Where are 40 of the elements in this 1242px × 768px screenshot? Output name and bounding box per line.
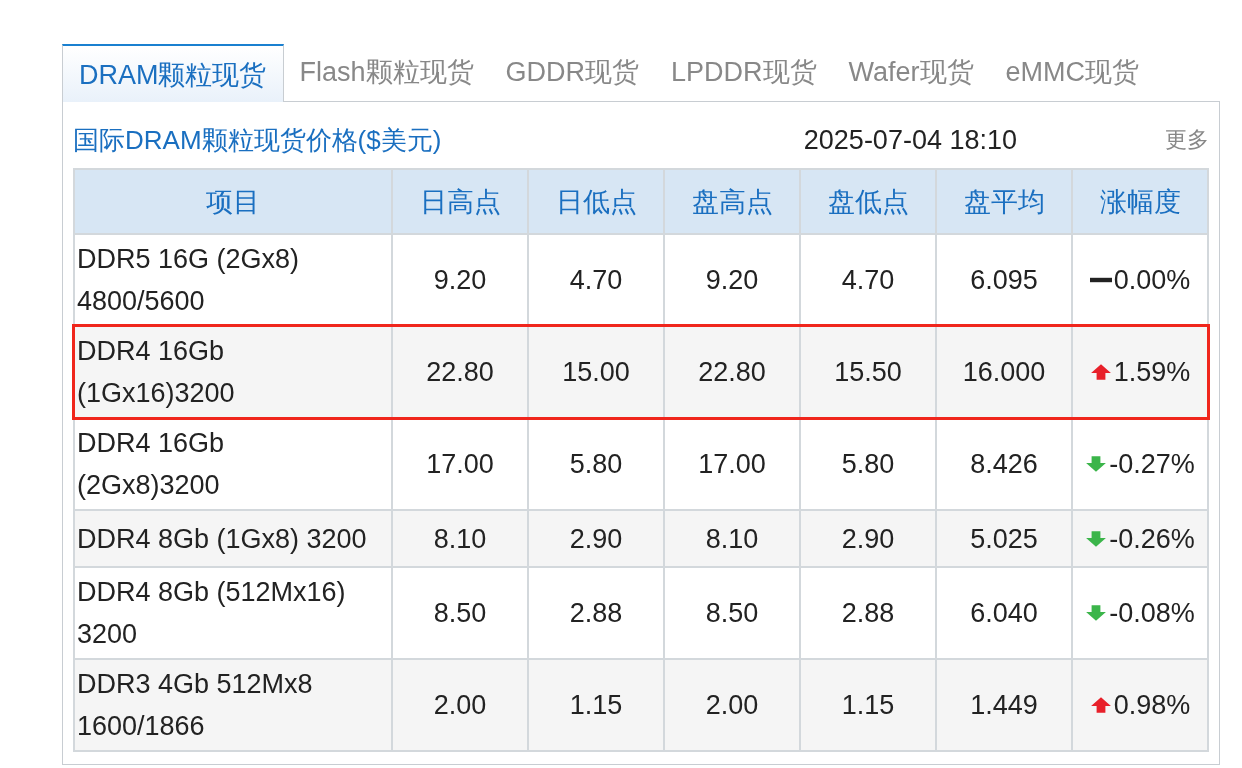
table-cell: DDR3 4Gb 512Mx8 1600/1866 xyxy=(74,659,392,751)
table-cell: 2.90 xyxy=(528,510,664,567)
tab[interactable]: GDDR现货 xyxy=(489,43,656,101)
table-cell: 1.449 xyxy=(936,659,1072,751)
column-header: 盘平均 xyxy=(936,169,1072,234)
column-header: 涨幅度 xyxy=(1072,169,1208,234)
table-cell: 2.00 xyxy=(392,659,528,751)
timestamp: 2025-07-04 18:10 xyxy=(803,124,1017,156)
table-cell: 15.50 xyxy=(800,326,936,418)
column-header: 盘低点 xyxy=(800,169,936,234)
change-value: -0.26% xyxy=(1109,522,1195,556)
column-header: 盘高点 xyxy=(664,169,800,234)
change-value: 1.59% xyxy=(1113,356,1191,389)
tab[interactable]: DRAM颗粒现货 xyxy=(62,44,284,102)
column-header: 项目 xyxy=(74,169,392,234)
table-cell: DDR4 16Gb (1Gx16)3200 xyxy=(74,326,392,418)
table-cell: 2.90 xyxy=(800,510,936,567)
table-cell: 8.10 xyxy=(392,510,528,567)
table-cell: 5.025 xyxy=(936,510,1072,567)
column-header: 日高点 xyxy=(392,169,528,234)
table-cell: 1.15 xyxy=(528,659,664,751)
panel-title: 国际DRAM颗粒现货价格($美元) xyxy=(73,123,442,157)
table-cell: 2.00 xyxy=(664,659,800,751)
table-cell: 15.00 xyxy=(528,326,664,418)
table-cell: 22.80 xyxy=(664,326,800,418)
tab[interactable]: eMMC现货 xyxy=(989,43,1156,101)
tab[interactable]: Flash颗粒现货 xyxy=(283,43,490,101)
tab[interactable]: LPDDR现货 xyxy=(655,43,833,101)
table-cell: 22.80 xyxy=(392,326,528,418)
more-link[interactable]: 更多 xyxy=(1165,125,1209,155)
table-cell: 8.10 xyxy=(664,510,800,567)
table-cell: DDR4 8Gb (1Gx8) 3200 xyxy=(74,510,392,567)
change-value: 0.98% xyxy=(1113,689,1191,722)
change-value: -0.08% xyxy=(1109,597,1195,630)
column-header: 日低点 xyxy=(528,169,664,234)
table-cell: 16.000 xyxy=(936,326,1072,418)
tab[interactable]: Wafer现货 xyxy=(832,43,990,101)
change-value: 0.00% xyxy=(1113,264,1191,297)
table-cell: 1.15 xyxy=(800,659,936,751)
change-value: -0.27% xyxy=(1109,448,1195,481)
